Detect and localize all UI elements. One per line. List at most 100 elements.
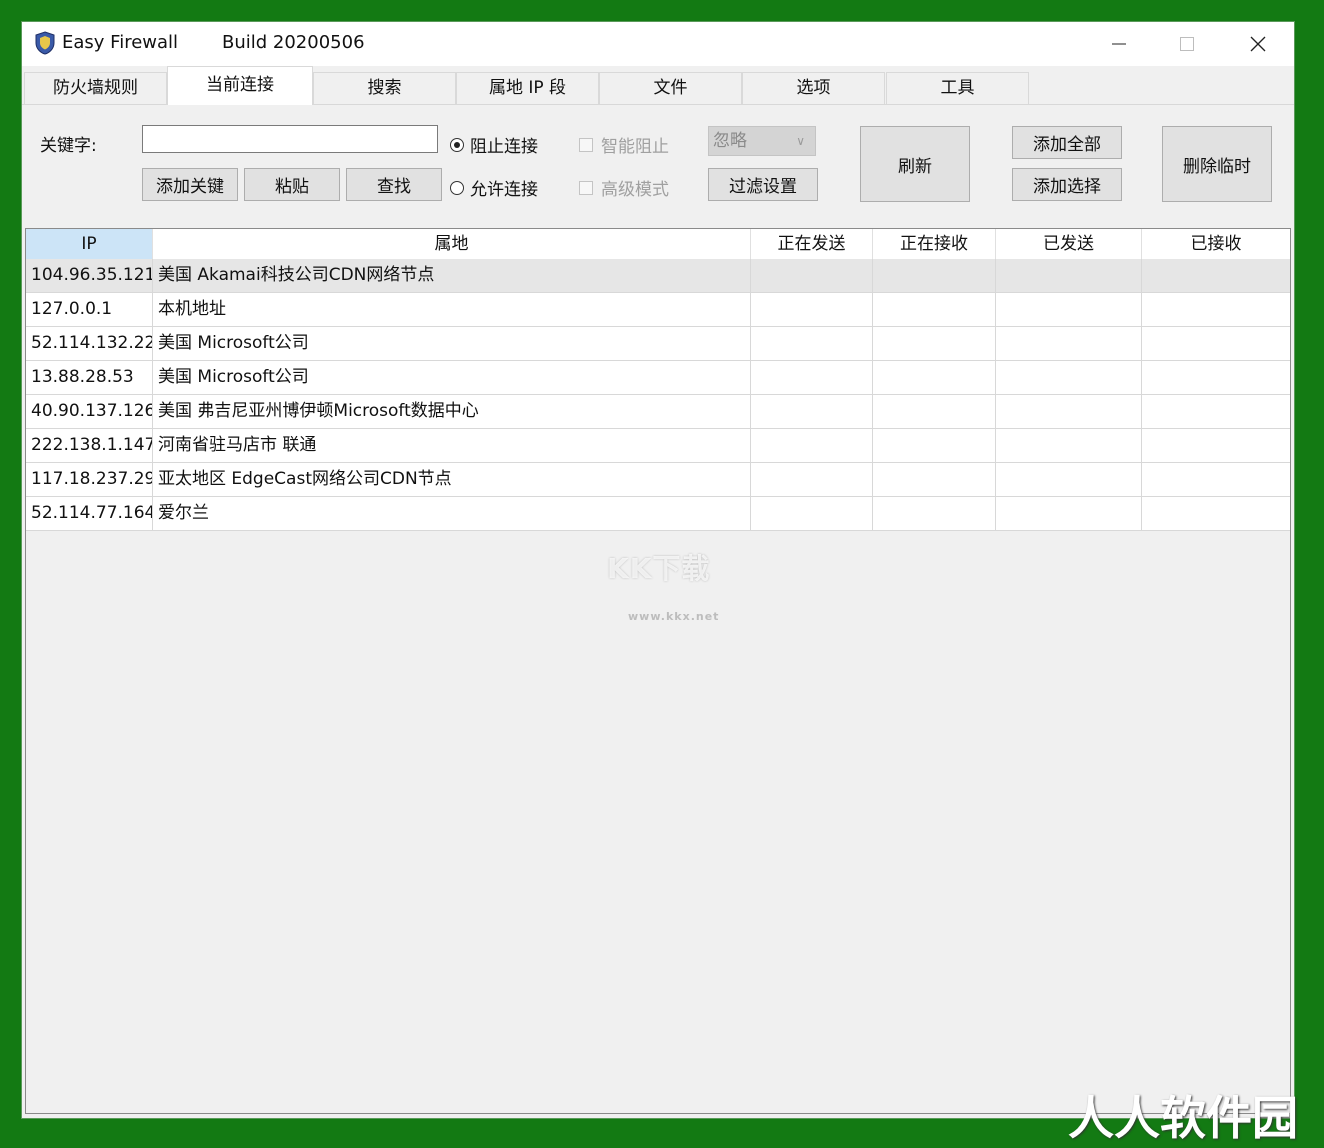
cell-location: 本机地址 xyxy=(153,293,751,327)
connections-table[interactable]: IP 属地 正在发送 正在接收 已发送 已接收 104.96.35.121 美国 … xyxy=(25,228,1291,1114)
ignore-dropdown-value: 忽略 xyxy=(713,131,747,151)
allow-connection-radio[interactable]: 允许连接 xyxy=(450,175,538,200)
column-header-receiving[interactable]: 正在接收 xyxy=(873,229,996,259)
cell-sent xyxy=(996,429,1142,463)
delete-temp-button[interactable]: 删除临时 xyxy=(1162,126,1272,202)
tab-current-connections[interactable]: 当前连接 xyxy=(167,66,313,105)
cell-location: 美国 Microsoft公司 xyxy=(153,327,751,361)
cell-sent xyxy=(996,361,1142,395)
cell-ip: 104.96.35.121 xyxy=(26,259,153,293)
ignore-dropdown[interactable]: 忽略 ∨ xyxy=(708,126,816,156)
refresh-button[interactable]: 刷新 xyxy=(860,126,970,202)
block-connection-radio[interactable]: 阻止连接 xyxy=(450,132,538,157)
cell-sending xyxy=(751,395,873,429)
column-header-location[interactable]: 属地 xyxy=(153,229,751,259)
keyword-label: 关键字: xyxy=(40,136,97,156)
cell-sending xyxy=(751,497,873,531)
table-row[interactable]: 117.18.237.29 亚太地区 EdgeCast网络公司CDN节点 xyxy=(26,463,1290,497)
column-header-ip[interactable]: IP xyxy=(26,229,153,259)
cell-sending xyxy=(751,463,873,497)
cell-received xyxy=(1142,259,1290,293)
keyword-input[interactable] xyxy=(142,125,438,153)
cell-sending xyxy=(751,429,873,463)
cell-received xyxy=(1142,293,1290,327)
close-button[interactable] xyxy=(1228,22,1288,66)
cell-sending xyxy=(751,361,873,395)
table-row[interactable]: 52.114.132.22 美国 Microsoft公司 xyxy=(26,327,1290,361)
cell-ip: 13.88.28.53 xyxy=(26,361,153,395)
advanced-mode-label: 高级模式 xyxy=(601,180,669,200)
cell-ip: 222.138.1.147 xyxy=(26,429,153,463)
block-connection-label: 阻止连接 xyxy=(470,137,538,157)
cell-receiving xyxy=(873,395,996,429)
cell-sent xyxy=(996,259,1142,293)
table-row[interactable]: 222.138.1.147 河南省驻马店市 联通 xyxy=(26,429,1290,463)
add-selected-button[interactable]: 添加选择 xyxy=(1012,168,1122,201)
filter-settings-button[interactable]: 过滤设置 xyxy=(708,168,818,201)
toolbar: 关键字: 添加关键 粘贴 查找 阻止连接 允许连接 智能阻止 高级模式 忽略 ∨… xyxy=(22,104,1294,226)
find-button[interactable]: 查找 xyxy=(346,168,442,201)
cell-ip: 52.114.77.164 xyxy=(26,497,153,531)
tab-ip-ranges[interactable]: 属地 IP 段 xyxy=(456,72,599,104)
cell-received xyxy=(1142,497,1290,531)
maximize-icon xyxy=(1180,37,1194,51)
cell-received xyxy=(1142,429,1290,463)
table-row[interactable]: 127.0.0.1 本机地址 xyxy=(26,293,1290,327)
radio-selected-icon xyxy=(450,137,464,152)
title-bar[interactable]: Easy Firewall Build 20200506 xyxy=(22,22,1294,66)
build-label: Build 20200506 xyxy=(222,32,365,53)
watermark-kk: KK下载 xyxy=(607,552,711,585)
column-header-received[interactable]: 已接收 xyxy=(1142,229,1290,259)
cell-received xyxy=(1142,395,1290,429)
table-row[interactable]: 52.114.77.164 爱尔兰 xyxy=(26,497,1290,531)
smart-block-label: 智能阻止 xyxy=(601,137,669,157)
close-icon xyxy=(1250,36,1266,52)
shield-icon xyxy=(35,31,55,55)
cell-location: 美国 弗吉尼亚州博伊顿Microsoft数据中心 xyxy=(153,395,751,429)
tab-strip: 防火墙规则 当前连接 搜索 属地 IP 段 文件 选项 工具 xyxy=(22,66,1294,105)
tab-firewall-rules[interactable]: 防火墙规则 xyxy=(24,72,167,104)
cell-location: 亚太地区 EdgeCast网络公司CDN节点 xyxy=(153,463,751,497)
smart-block-checkbox[interactable]: 智能阻止 xyxy=(579,132,669,157)
tab-files[interactable]: 文件 xyxy=(599,72,742,104)
table-row[interactable]: 40.90.137.126 美国 弗吉尼亚州博伊顿Microsoft数据中心 xyxy=(26,395,1290,429)
column-header-sending[interactable]: 正在发送 xyxy=(751,229,873,259)
watermark-kk-url: www.kkx.net xyxy=(628,610,720,623)
maximize-button[interactable] xyxy=(1157,22,1217,66)
cell-sending xyxy=(751,259,873,293)
app-window: Easy Firewall Build 20200506 防火墙规则 当前连接 … xyxy=(22,22,1294,1118)
paste-button[interactable]: 粘贴 xyxy=(244,168,340,201)
column-header-sent[interactable]: 已发送 xyxy=(996,229,1142,259)
cell-receiving xyxy=(873,497,996,531)
cell-location: 河南省驻马店市 联通 xyxy=(153,429,751,463)
checkbox-icon xyxy=(579,180,593,195)
cell-sent xyxy=(996,463,1142,497)
cell-sent xyxy=(996,293,1142,327)
cell-sending xyxy=(751,293,873,327)
cell-receiving xyxy=(873,327,996,361)
cell-location: 美国 Microsoft公司 xyxy=(153,361,751,395)
chevron-down-icon: ∨ xyxy=(796,134,805,148)
tab-options[interactable]: 选项 xyxy=(742,72,885,104)
radio-empty-icon xyxy=(450,180,464,195)
table-row[interactable]: 104.96.35.121 美国 Akamai科技公司CDN网络节点 xyxy=(26,259,1290,293)
cell-received xyxy=(1142,327,1290,361)
cell-ip: 127.0.0.1 xyxy=(26,293,153,327)
add-keyword-button[interactable]: 添加关键 xyxy=(142,168,238,201)
cell-received xyxy=(1142,463,1290,497)
cell-ip: 40.90.137.126 xyxy=(26,395,153,429)
cell-receiving xyxy=(873,463,996,497)
cell-sent xyxy=(996,497,1142,531)
add-all-button[interactable]: 添加全部 xyxy=(1012,126,1122,159)
table-row[interactable]: 13.88.28.53 美国 Microsoft公司 xyxy=(26,361,1290,395)
advanced-mode-checkbox[interactable]: 高级模式 xyxy=(579,175,669,200)
app-title: Easy Firewall xyxy=(62,32,179,53)
watermark-rrrj: 人人软件园 xyxy=(1068,1091,1298,1145)
tab-tools[interactable]: 工具 xyxy=(886,72,1029,104)
cell-receiving xyxy=(873,429,996,463)
minimize-button[interactable] xyxy=(1089,22,1149,66)
cell-receiving xyxy=(873,293,996,327)
tab-search[interactable]: 搜索 xyxy=(313,72,456,104)
table-header: IP 属地 正在发送 正在接收 已发送 已接收 xyxy=(26,229,1290,260)
cell-location: 爱尔兰 xyxy=(153,497,751,531)
